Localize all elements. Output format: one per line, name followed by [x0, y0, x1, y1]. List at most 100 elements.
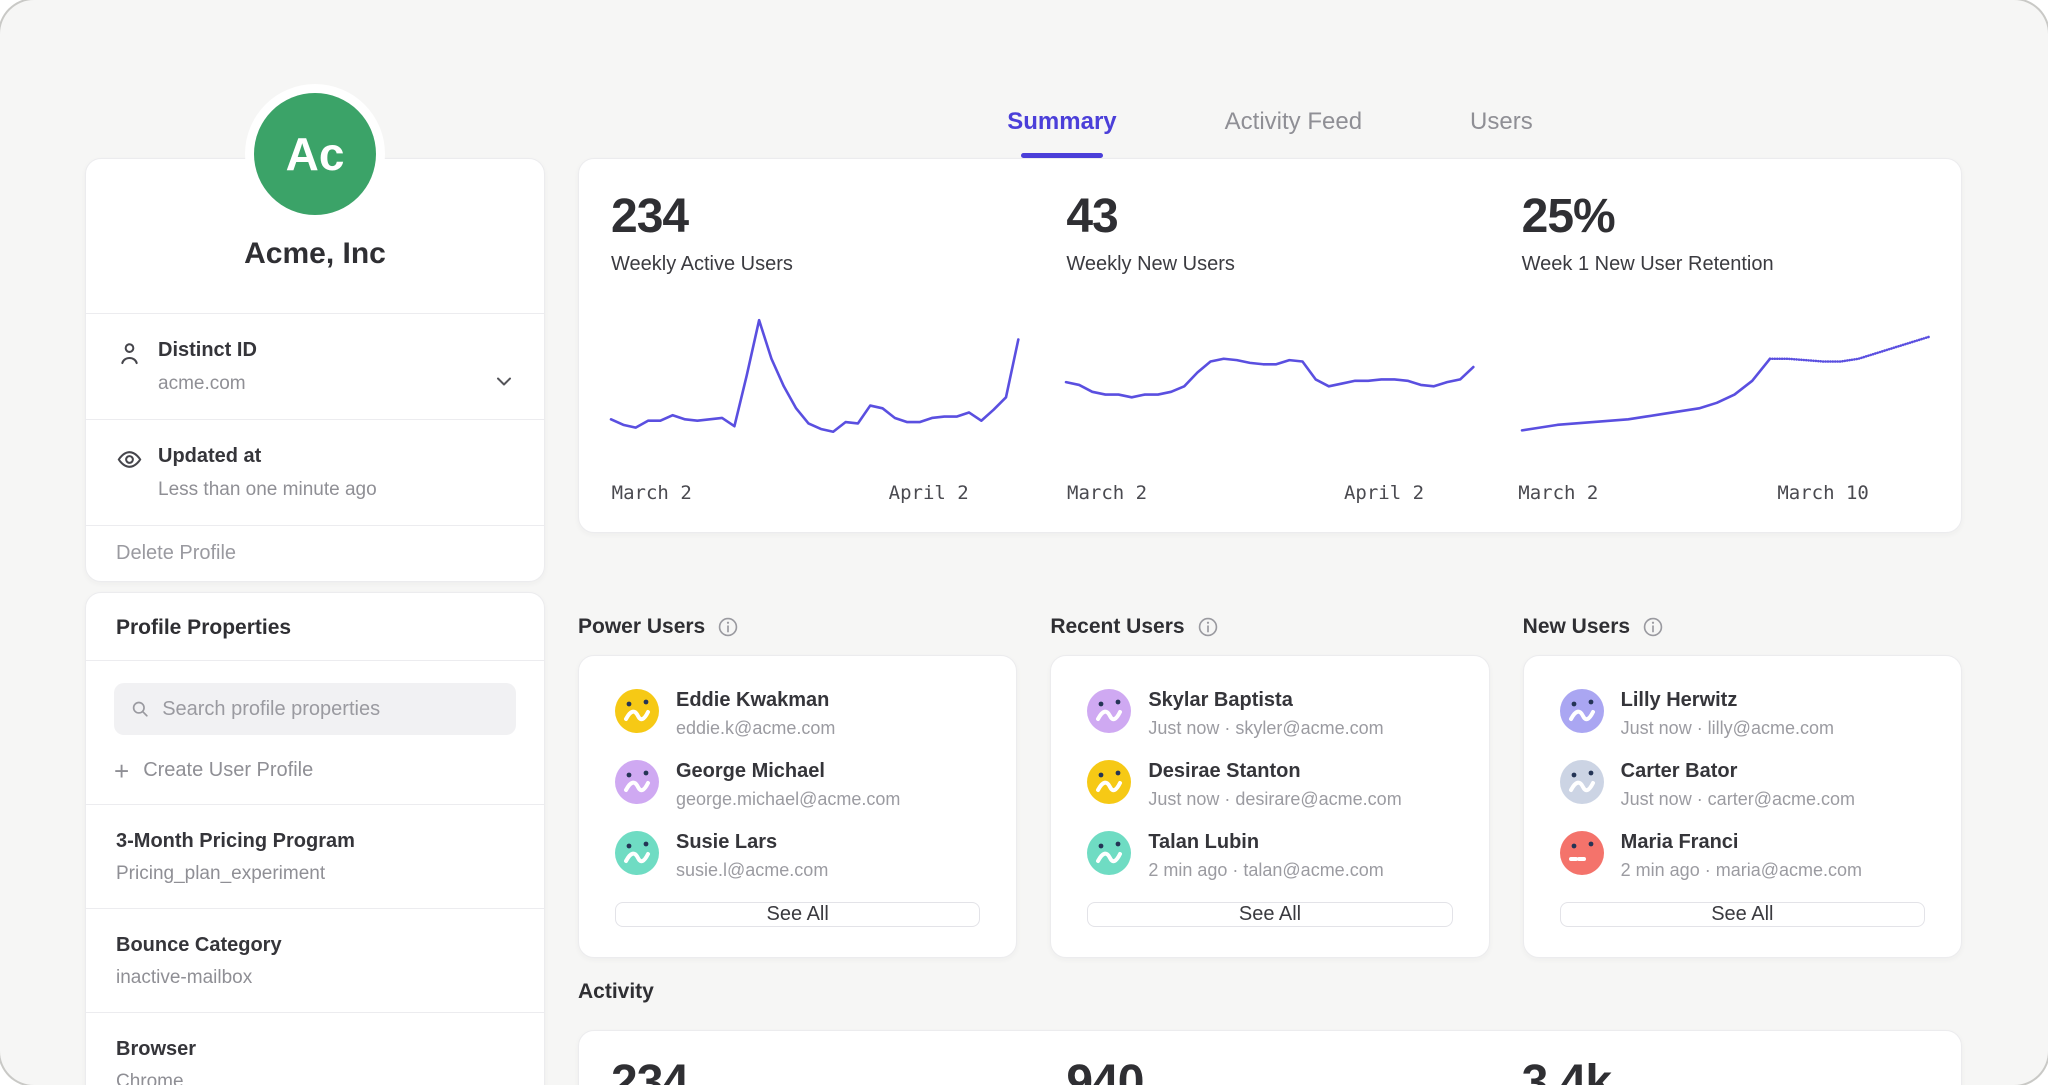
- user-row[interactable]: Talan Lubin 2 min ago · talan@acme.com: [1087, 831, 1452, 881]
- x-axis: March 2 April 2: [611, 482, 1018, 506]
- stat-value: 234: [611, 189, 1018, 244]
- property-row: Browser Chrome: [86, 1013, 544, 1085]
- user-avatar: [1087, 831, 1131, 875]
- user-meta: eddie.k@acme.com: [676, 718, 835, 739]
- property-label: 3-Month Pricing Program: [116, 830, 514, 853]
- tab-summary[interactable]: Summary: [1007, 108, 1116, 140]
- chart-box: [611, 304, 1018, 466]
- section-title: Recent Users: [1050, 615, 1184, 639]
- delete-profile-button[interactable]: Delete Profile: [86, 526, 544, 581]
- property-value: Chrome: [116, 1071, 514, 1085]
- property-row: Bounce Category inactive-mailbox: [86, 909, 544, 1012]
- user-meta: george.michael@acme.com: [676, 789, 900, 810]
- user-avatar: [615, 831, 659, 875]
- x-tick: March 10: [1777, 482, 1869, 504]
- stat-value: 25%: [1522, 189, 1929, 244]
- user-row[interactable]: Maria Franci 2 min ago · maria@acme.com: [1560, 831, 1925, 881]
- chart-box: [1066, 304, 1473, 466]
- user-row[interactable]: Susie Lars susie.l@acme.com: [615, 831, 980, 881]
- line-chart: [1066, 304, 1473, 466]
- user-avatar: [1560, 689, 1604, 733]
- see-all-button[interactable]: See All: [1087, 902, 1452, 927]
- plus-icon: +: [114, 761, 129, 781]
- user-row[interactable]: Skylar Baptista Just now · skyler@acme.c…: [1087, 689, 1452, 739]
- see-all-button[interactable]: See All: [615, 902, 980, 927]
- line-chart: [1522, 304, 1929, 466]
- user-row[interactable]: Carter Bator Just now · carter@acme.com: [1560, 760, 1925, 810]
- x-tick: March 2: [1518, 482, 1598, 504]
- row-value: Less than one minute ago: [158, 479, 377, 501]
- distinct-id-row: Distinct ID acme.com: [86, 314, 544, 419]
- activity-title: Activity: [578, 980, 654, 1004]
- info-icon[interactable]: [1197, 616, 1219, 638]
- chart-box: [1522, 304, 1929, 466]
- activity-stat: 234: [611, 1055, 1018, 1085]
- section-recent-users: Recent Users Skylar Baptista Just now · …: [1050, 592, 1489, 958]
- profile-properties-title: Profile Properties: [86, 593, 544, 660]
- user-name: George Michael: [676, 760, 900, 783]
- user-row[interactable]: George Michael george.michael@acme.com: [615, 760, 980, 810]
- property-label: Browser: [116, 1038, 514, 1061]
- user-avatar: [615, 689, 659, 733]
- user-meta: Just now · lilly@acme.com: [1621, 718, 1834, 739]
- profile-card: Acme, Inc Distinct ID acme.com Updat: [85, 158, 545, 582]
- stat-column-weekly-new-users: 43 Weekly New Users March 2 April 2: [1066, 189, 1473, 506]
- eye-icon: [116, 446, 143, 473]
- user-name: Eddie Kwakman: [676, 689, 835, 712]
- info-icon[interactable]: [1642, 616, 1664, 638]
- create-user-profile-label: Create User Profile: [143, 759, 313, 782]
- stat-column-weekly-active-users: 234 Weekly Active Users March 2 April 2: [611, 189, 1018, 506]
- info-icon[interactable]: [717, 616, 739, 638]
- section-title: New Users: [1523, 615, 1630, 639]
- property-row: 3-Month Pricing Program Pricing_plan_exp…: [86, 805, 544, 908]
- see-all-button[interactable]: See All: [1560, 902, 1925, 927]
- face-icon: [1560, 760, 1604, 804]
- divider: [86, 660, 544, 661]
- face-icon: [615, 760, 659, 804]
- face-icon: [615, 689, 659, 733]
- row-value: acme.com: [158, 373, 257, 395]
- company-initials: Ac: [286, 127, 345, 181]
- section-new-users: New Users Lilly Herwitz Just now · lilly…: [1523, 592, 1962, 958]
- user-row[interactable]: Eddie Kwakman eddie.k@acme.com: [615, 689, 980, 739]
- x-tick: March 2: [612, 482, 692, 504]
- create-user-profile-button[interactable]: + Create User Profile: [114, 759, 516, 782]
- summary-stats-card: 234 Weekly Active Users March 2 April 2 …: [578, 158, 1962, 533]
- user-avatar: [1087, 689, 1131, 733]
- user-avatar: [615, 760, 659, 804]
- user-card: Skylar Baptista Just now · skyler@acme.c…: [1050, 655, 1489, 958]
- row-label: Distinct ID: [158, 339, 257, 362]
- face-icon: [1087, 689, 1131, 733]
- user-name: Lilly Herwitz: [1621, 689, 1834, 712]
- search-field: [114, 683, 516, 735]
- user-card: Lilly Herwitz Just now · lilly@acme.com …: [1523, 655, 1962, 958]
- section-power-users: Power Users Eddie Kwakman eddie.k@acme.c…: [578, 592, 1017, 958]
- activity-stat: 940: [1066, 1055, 1473, 1085]
- user-meta: Just now · desirare@acme.com: [1148, 789, 1401, 810]
- line-chart: [611, 304, 1018, 466]
- x-axis: March 2 April 2: [1066, 482, 1473, 506]
- user-name: Susie Lars: [676, 831, 828, 854]
- user-card: Eddie Kwakman eddie.k@acme.com George Mi…: [578, 655, 1017, 958]
- user-name: Carter Bator: [1621, 760, 1855, 783]
- chevron-down-icon[interactable]: [492, 369, 516, 393]
- stat-label: Weekly New Users: [1066, 253, 1473, 276]
- user-avatar: [1087, 760, 1131, 804]
- user-row[interactable]: Desirae Stanton Just now · desirare@acme…: [1087, 760, 1452, 810]
- tab-activity-feed[interactable]: Activity Feed: [1225, 108, 1362, 140]
- company-avatar: Ac: [254, 93, 376, 215]
- user-meta: susie.l@acme.com: [676, 860, 828, 881]
- user-meta: Just now · skyler@acme.com: [1148, 718, 1383, 739]
- face-icon: [1560, 689, 1604, 733]
- section-title: Power Users: [578, 615, 705, 639]
- search-input[interactable]: [160, 697, 500, 722]
- tab-bar: Summary Activity Feed Users: [578, 108, 1962, 140]
- tab-users[interactable]: Users: [1470, 108, 1533, 140]
- user-name: Talan Lubin: [1148, 831, 1383, 854]
- face-icon: [1087, 831, 1131, 875]
- person-icon: [116, 340, 143, 367]
- user-row[interactable]: Lilly Herwitz Just now · lilly@acme.com: [1560, 689, 1925, 739]
- face-icon: [1560, 831, 1604, 875]
- app-frame: Ac Acme, Inc Distinct ID acme.com: [0, 0, 2048, 1085]
- user-avatar: [1560, 760, 1604, 804]
